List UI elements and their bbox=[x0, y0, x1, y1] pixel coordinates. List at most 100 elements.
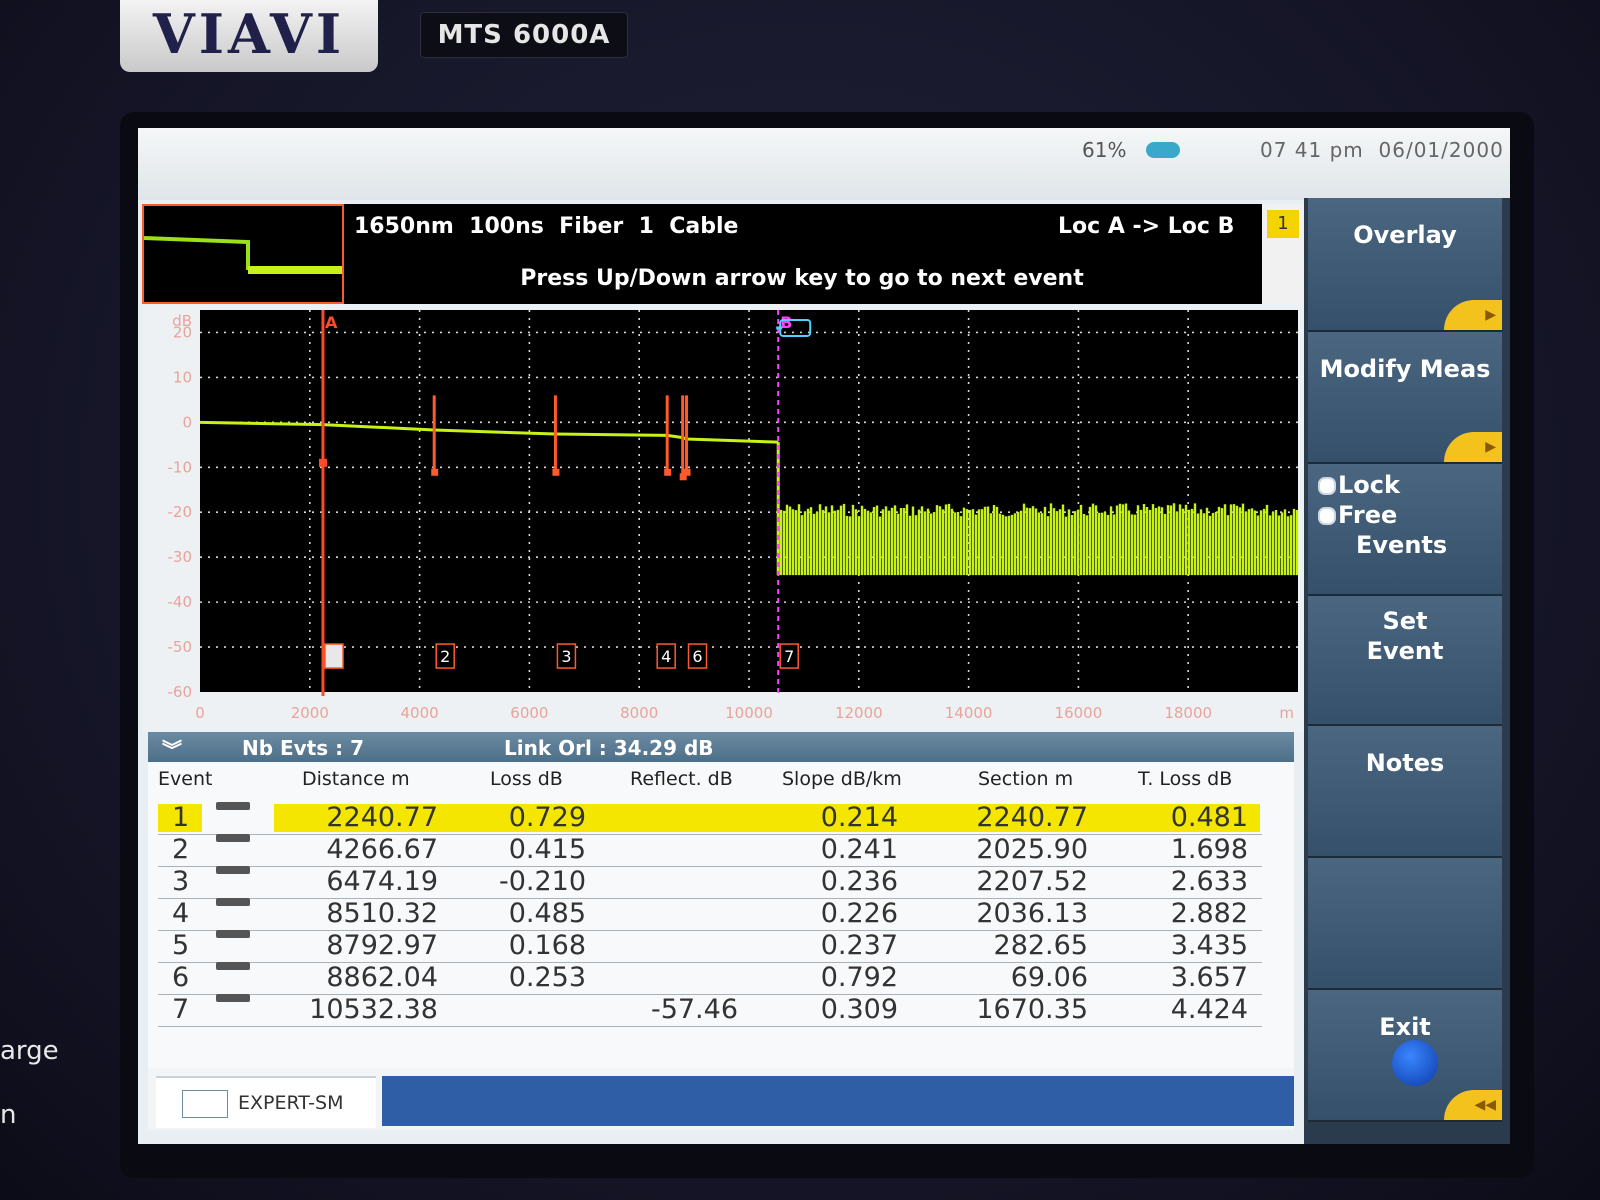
cell-distance: 8510.32 bbox=[326, 898, 438, 929]
event-label: Event bbox=[1366, 637, 1444, 665]
col-loss: Loss dB bbox=[490, 768, 563, 790]
cell-slope: 0.236 bbox=[820, 866, 898, 897]
mode-tab[interactable]: EXPERT-SM bbox=[156, 1076, 376, 1128]
acquisition-params: 1650nm 100ns Fiber 1 Cable bbox=[354, 214, 738, 239]
otdr-chart[interactable]: 20100-10-20-30-40-50-60dB0 2000 4000 6000 80… bbox=[142, 304, 1304, 732]
y-tick-label: -20 bbox=[168, 503, 193, 521]
overview-trace bbox=[143, 236, 343, 272]
modify-meas-label: Modify Meas bbox=[1319, 355, 1491, 383]
event-number: 2 bbox=[172, 834, 190, 865]
notes-button[interactable]: Notes bbox=[1308, 726, 1502, 858]
overlay-button[interactable]: Overlay ▶ bbox=[1308, 198, 1502, 332]
cell-section: 2025.90 bbox=[976, 834, 1088, 865]
y-tick-label: 0 bbox=[182, 413, 192, 431]
table-row[interactable]: 6 8862.04 0.253 0.792 69.06 3.657 bbox=[158, 962, 1262, 995]
y-tick-label: -30 bbox=[168, 548, 193, 566]
trace-selector[interactable]: 1 bbox=[1262, 204, 1306, 304]
table-row[interactable]: 4 8510.32 0.485 0.226 2036.13 2.882 bbox=[158, 898, 1262, 931]
notes-label: Notes bbox=[1365, 749, 1445, 777]
battery-level: 61% bbox=[1082, 138, 1127, 162]
event-number-label: 7 bbox=[784, 647, 794, 666]
lock-label: Lock bbox=[1338, 471, 1400, 499]
x-tick-label: 8000 bbox=[620, 704, 658, 722]
model-label: MTS 6000A bbox=[420, 12, 628, 58]
x-tick-label: 10000 bbox=[725, 704, 773, 722]
exit-button[interactable]: Exit ◀◀ bbox=[1308, 990, 1502, 1122]
empty-softkey[interactable] bbox=[1308, 858, 1502, 990]
screen: 61% 07 41 pm 06/01/2000 1650nm 100ns Fib… bbox=[138, 128, 1510, 1144]
pulse: 100ns bbox=[469, 214, 544, 239]
col-distance: Distance m bbox=[302, 768, 410, 790]
cell-tloss: 1.698 bbox=[1170, 834, 1248, 865]
fiber: Fiber 1 bbox=[559, 214, 654, 239]
event-number: 4 bbox=[172, 898, 190, 929]
cell-section: 282.65 bbox=[993, 930, 1088, 961]
x-tick-label: 4000 bbox=[401, 704, 439, 722]
cell-section: 1670.35 bbox=[976, 994, 1088, 1025]
lock-free-events-button[interactable]: Lock Free Events bbox=[1308, 464, 1502, 596]
event-number: 6 bbox=[172, 962, 190, 993]
modify-meas-button[interactable]: Modify Meas ▶ bbox=[1308, 332, 1502, 464]
y-tick-label: -60 bbox=[168, 683, 193, 701]
cell-tloss: 4.424 bbox=[1170, 994, 1248, 1025]
battery-icon bbox=[1146, 142, 1180, 158]
cursor-a-marker bbox=[318, 458, 327, 467]
overlay-label: Overlay bbox=[1353, 221, 1457, 249]
col-section: Section m bbox=[978, 768, 1074, 790]
splice-event-icon bbox=[216, 866, 250, 874]
trace-overview[interactable] bbox=[142, 204, 344, 304]
event-count: Nb Evts : 7 bbox=[242, 736, 365, 760]
table-row[interactable]: 2 4266.67 0.415 0.241 2025.90 1.698 bbox=[158, 834, 1262, 867]
status-bar: 61% 07 41 pm 06/01/2000 bbox=[138, 128, 1510, 200]
cell-reflect: -57.46 bbox=[650, 994, 738, 1025]
x-tick-label: 14000 bbox=[945, 704, 993, 722]
set-event-button[interactable]: Set Event bbox=[1308, 596, 1502, 726]
cell-distance: 4266.67 bbox=[326, 834, 438, 865]
y-tick-label: -40 bbox=[168, 593, 193, 611]
lock-free-options: Lock Free Events bbox=[1308, 464, 1502, 560]
otdr-plot[interactable]: 20 10 0 -10 -20 -30 -40 -50 -60 dB 0 2000 4000 6000 80… bbox=[142, 304, 1304, 732]
link-orl: Link Orl : 34.29 dB bbox=[504, 736, 714, 760]
table-row[interactable]: 5 8792.97 0.168 0.237 282.65 3.435 bbox=[158, 930, 1262, 963]
x-tick-label: 0 bbox=[195, 704, 205, 722]
col-tloss: T. Loss dB bbox=[1138, 768, 1233, 790]
cell-section: 2036.13 bbox=[976, 898, 1088, 929]
cell-loss: 0.168 bbox=[508, 930, 586, 961]
event-marker-foot bbox=[552, 468, 560, 476]
event-number-label: 3 bbox=[561, 647, 571, 666]
event-number: 7 bbox=[172, 994, 190, 1025]
footer: EXPERT-SM bbox=[148, 1068, 1294, 1130]
x-tick-label: 12000 bbox=[835, 704, 883, 722]
cell-loss: -0.210 bbox=[498, 866, 586, 897]
event-marker-foot bbox=[679, 473, 687, 481]
time: 07 41 pm bbox=[1260, 138, 1364, 162]
cell-slope: 0.241 bbox=[820, 834, 898, 865]
table-row[interactable]: 3 6474.19 -0.210 0.236 2207.52 2.633 bbox=[158, 866, 1262, 899]
cell-section: 2240.77 bbox=[976, 802, 1088, 833]
mode-label: EXPERT-SM bbox=[238, 1092, 344, 1114]
side-label-2: n bbox=[0, 1100, 17, 1130]
hint-message: Press Up/Down arrow key to go to next ev… bbox=[520, 266, 1084, 291]
event-number: 5 bbox=[172, 930, 190, 961]
exit-label: Exit bbox=[1379, 1013, 1431, 1041]
lock-option: Lock bbox=[1308, 470, 1502, 500]
col-reflect: Reflect. dB bbox=[630, 768, 733, 790]
collapse-icon[interactable]: ︾ bbox=[162, 734, 182, 763]
trace-header: 1650nm 100ns Fiber 1 Cable Loc A -> Loc … bbox=[142, 204, 1306, 304]
y-axis-label: dB bbox=[172, 312, 192, 330]
splice-event-icon bbox=[216, 834, 250, 842]
radio-icon bbox=[1318, 507, 1336, 525]
x-tick-label: 18000 bbox=[1164, 704, 1212, 722]
side-label-charge: arge bbox=[0, 1036, 59, 1066]
event-number: 3 bbox=[172, 866, 190, 897]
cell-loss: 0.253 bbox=[508, 962, 586, 993]
cell-section: 2207.52 bbox=[976, 866, 1088, 897]
cell-tloss: 0.481 bbox=[1170, 802, 1248, 833]
cell-loss: 0.415 bbox=[508, 834, 586, 865]
trace-mode-icon bbox=[182, 1090, 228, 1118]
cell-tloss: 2.882 bbox=[1170, 898, 1248, 929]
col-event: Event bbox=[158, 768, 213, 790]
table-row[interactable]: 7 10532.38 -57.46 0.309 1670.35 4.424 bbox=[158, 994, 1262, 1027]
table-row[interactable]: 1 2240.77 0.729 0.214 2240.77 0.481 bbox=[158, 802, 1262, 835]
x-tick-label: 2000 bbox=[291, 704, 329, 722]
